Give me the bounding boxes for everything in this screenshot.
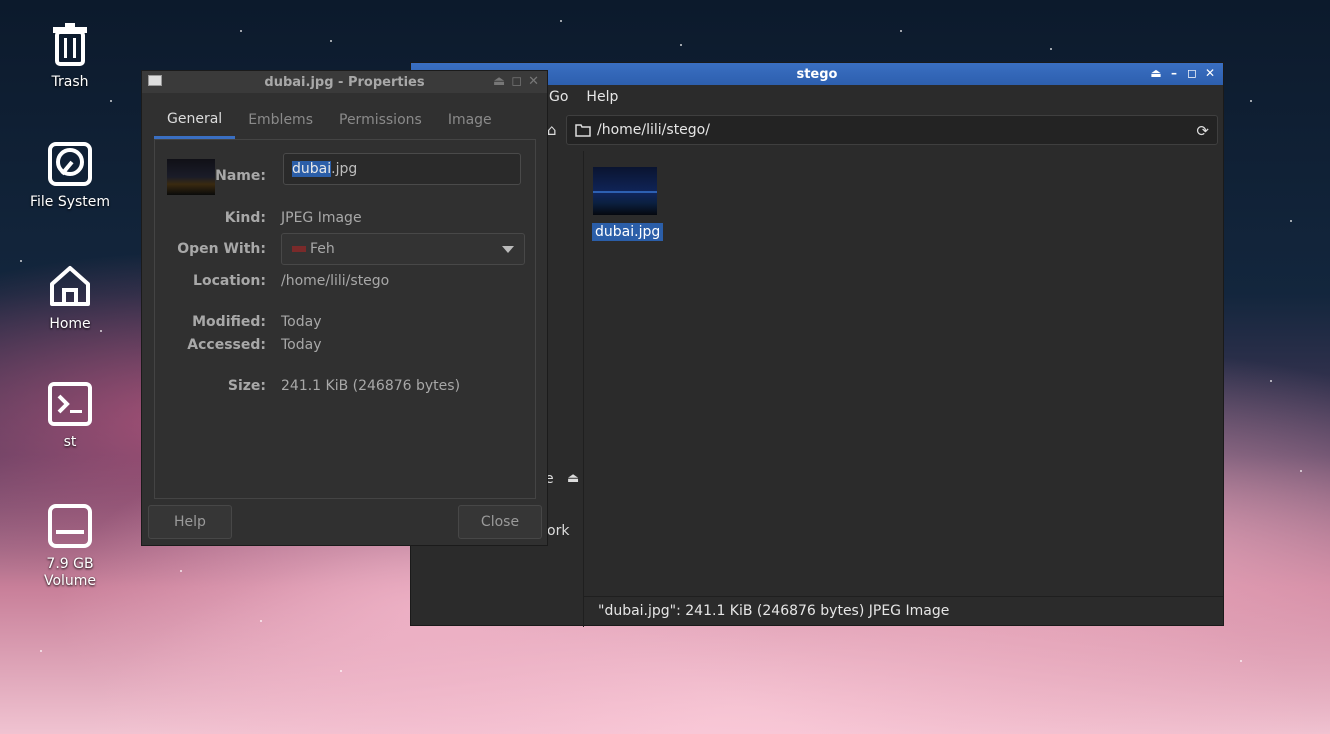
location-label: Location: [193,273,266,289]
minimize-icon[interactable]: – [1167,65,1181,81]
desktop-icon-trash[interactable]: Trash [18,20,122,91]
name-selected-text: dubai [292,161,332,177]
status-text: "dubai.jpg": 241.1 KiB (246876 bytes) JP… [598,603,950,619]
harddisk-icon [48,142,92,186]
location-bar[interactable]: /home/lili/stego/ ⟳ [566,115,1218,145]
maximize-icon[interactable]: ◻ [511,74,522,89]
feh-app-icon [292,246,306,252]
shade-icon[interactable]: ⏏ [1149,65,1163,81]
properties-dialog[interactable]: dubai.jpg - Properties ⏏ ◻ ✕ General Emb… [141,70,548,546]
location-path: /home/lili/stego/ [597,122,710,138]
close-icon[interactable]: ✕ [528,74,539,89]
file-thumbnail [593,167,657,215]
eject-icon[interactable]: ⏏ [567,471,579,486]
name-label: Name: [215,168,266,184]
home-button-icon[interactable]: ⌂ [547,121,557,139]
dialog-title: dubai.jpg - Properties [264,74,425,90]
desktop-icon-home[interactable]: Home [18,262,122,333]
name-field[interactable]: dubai .jpg [283,153,521,185]
modified-label: Modified: [192,314,266,330]
status-bar: "dubai.jpg": 241.1 KiB (246876 bytes) JP… [584,596,1223,625]
name-extension: .jpg [331,161,358,177]
desktop-icon-label: 7.9 GB Volume [43,556,97,589]
drive-icon [48,504,92,548]
window-icon [148,75,162,86]
home-icon [50,266,90,306]
kind-value: JPEG Image [281,210,362,226]
menu-help[interactable]: Help [586,89,618,105]
file-name: dubai.jpg [592,223,664,241]
file-item[interactable]: dubai.jpg [592,167,664,241]
open-with-value: Feh [310,241,335,257]
tab-permissions[interactable]: Permissions [326,101,435,139]
trash-icon [53,23,87,66]
terminal-icon [48,382,92,426]
size-label: Size: [227,378,266,394]
open-with-select[interactable]: Feh [281,233,525,265]
close-icon[interactable]: ✕ [1203,65,1217,81]
accessed-value: Today [281,337,322,353]
desktop-icon-volume[interactable]: 7.9 GB Volume [18,502,122,590]
desktop-icon-label: Trash [51,74,89,90]
desktop-icon-label: File System [29,194,111,210]
size-value: 241.1 KiB (246876 bytes) [281,378,461,394]
side-item-network-partial[interactable]: ork [547,523,569,539]
tab-emblems[interactable]: Emblems [235,101,326,139]
desktop-icon-filesystem[interactable]: File System [18,140,122,211]
reload-icon[interactable]: ⟳ [1196,122,1209,140]
close-button[interactable]: Close [458,505,542,539]
maximize-icon[interactable]: ◻ [1185,65,1199,81]
general-tab-panel: Name: dubai .jpg Kind: JPEG Image Open Wi… [154,139,536,499]
file-view[interactable]: dubai.jpg [584,151,1223,595]
chevron-down-icon [502,246,514,253]
location-value: /home/lili/stego [281,273,390,289]
accessed-label: Accessed: [187,337,266,353]
open-with-label: Open With: [177,241,266,257]
shade-icon[interactable]: ⏏ [493,74,505,89]
tab-bar: General Emblems Permissions Image [154,101,535,140]
tab-general[interactable]: General [154,101,236,139]
modified-value: Today [281,314,322,330]
tab-image[interactable]: Image [435,101,505,139]
menu-go[interactable]: Go [549,89,568,105]
desktop-icon-label: Home [49,316,91,332]
dialog-titlebar[interactable]: dubai.jpg - Properties ⏏ ◻ ✕ [142,71,547,93]
desktop-icon-label: st [63,434,77,450]
kind-label: Kind: [224,210,266,226]
desktop-icon-st[interactable]: st [18,380,122,451]
file-thumbnail [167,159,215,195]
folder-icon [575,124,591,137]
window-title: stego [796,66,838,82]
help-button[interactable]: Help [148,505,232,539]
